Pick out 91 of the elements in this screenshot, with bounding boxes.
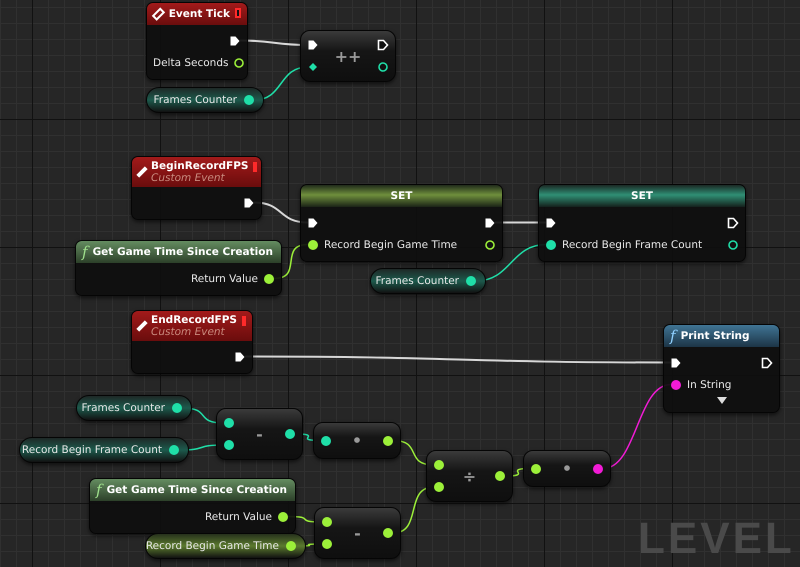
variable-label: Frames Counter — [376, 275, 459, 287]
operator-symbol: • — [352, 431, 362, 450]
node-title: Get Game Time Since Creation — [106, 484, 288, 496]
node-title: SET — [630, 190, 654, 202]
node-subtitle: Custom Event — [151, 172, 226, 184]
exec-pin-icon[interactable] — [761, 356, 773, 368]
data-pin-icon[interactable] — [277, 510, 289, 522]
diamond-pin-icon[interactable] — [307, 61, 319, 73]
variable-label: Record Begin Game Time — [146, 540, 279, 552]
data-pin-icon[interactable] — [465, 275, 477, 287]
operator-node[interactable]: - — [314, 507, 401, 559]
data-pin-icon[interactable] — [321, 516, 333, 528]
data-pin-icon[interactable] — [530, 462, 542, 474]
variable-label: Frames Counter — [82, 402, 165, 414]
exec-pin-icon[interactable] — [307, 216, 319, 228]
square-pin-icon[interactable] — [253, 162, 258, 172]
data-pin-icon[interactable] — [382, 527, 394, 539]
event-node[interactable]: BeginRecordFPS Custom Event — [131, 156, 262, 220]
variable-node[interactable]: Frames Counter — [370, 268, 486, 294]
square-pin-icon[interactable] — [234, 8, 241, 18]
data-pin-icon[interactable] — [243, 94, 255, 106]
set-node[interactable]: SET Record Begin Game Time — [300, 184, 503, 262]
data-pin-icon[interactable] — [382, 434, 394, 446]
operator-symbol: - — [256, 424, 263, 444]
pin-label: Delta Seconds — [153, 56, 228, 68]
variable-label: Frames Counter — [154, 94, 237, 106]
node-title: BeginRecordFPS — [151, 160, 248, 172]
data-pin-icon[interactable] — [285, 540, 297, 552]
data-pin-icon[interactable] — [233, 56, 246, 68]
node-title: SET — [390, 190, 414, 202]
exec-pin-icon[interactable] — [670, 356, 682, 368]
node-title: Event Tick — [168, 8, 230, 20]
operator-symbol: - — [354, 524, 361, 542]
operator-node[interactable]: - — [216, 408, 303, 460]
variable-node[interactable]: Frames Counter — [146, 87, 264, 113]
data-pin-icon[interactable] — [484, 238, 496, 250]
node-title: EndRecordFPS — [151, 314, 237, 326]
exec-pin-icon[interactable] — [377, 39, 389, 51]
level-label: LEVEL — [638, 515, 795, 563]
operator-symbol: ÷ — [462, 466, 476, 486]
data-pin-icon[interactable] — [263, 272, 275, 284]
event-node[interactable]: EndRecordFPS Custom Event — [131, 310, 253, 374]
exec-pin-icon[interactable] — [484, 216, 496, 228]
data-pin-icon[interactable] — [320, 434, 332, 446]
operator-symbol: ++ — [334, 46, 362, 66]
function-node[interactable]: f Get Game Time Since Creation Return Value — [75, 240, 282, 296]
exec-pin-icon[interactable] — [307, 39, 319, 51]
operator-node[interactable]: ++ — [300, 30, 396, 82]
pin-label: Return Value — [190, 272, 258, 284]
data-pin-icon[interactable] — [223, 439, 235, 451]
operator-symbol: • — [562, 459, 572, 478]
variable-node[interactable]: Record Begin Game Time — [145, 533, 306, 559]
exec-pin-icon[interactable] — [234, 350, 246, 362]
pin-label: In String — [687, 378, 732, 390]
function-node[interactable]: f Print String In String — [663, 324, 780, 413]
data-pin-icon[interactable] — [171, 402, 183, 414]
exec-pin-icon[interactable] — [545, 216, 557, 228]
data-pin-icon[interactable] — [284, 428, 296, 440]
data-pin-icon[interactable] — [545, 238, 557, 250]
exec-pin-icon[interactable] — [243, 196, 255, 208]
node-subtitle: Custom Event — [151, 326, 226, 338]
operator-node[interactable]: ÷ — [426, 450, 513, 502]
set-node[interactable]: SET Record Begin Frame Count — [538, 184, 746, 262]
variable-label: Record Begin Frame Count — [22, 444, 162, 456]
function-icon: f — [96, 482, 102, 498]
variable-node[interactable]: Frames Counter — [76, 395, 192, 421]
data-pin-icon[interactable] — [321, 538, 333, 550]
operator-node[interactable]: • — [313, 422, 401, 459]
data-pin-icon[interactable] — [168, 444, 180, 456]
data-pin-icon[interactable] — [433, 481, 445, 493]
square-pin-icon[interactable] — [242, 316, 246, 326]
node-title: Print String — [680, 330, 751, 342]
exec-pin-icon[interactable] — [229, 34, 241, 46]
operator-node[interactable]: • — [523, 450, 611, 487]
data-pin-icon[interactable] — [307, 238, 319, 250]
event-node[interactable]: Event Tick Delta Seconds — [146, 2, 248, 80]
function-icon: f — [670, 328, 676, 344]
data-pin-icon[interactable] — [223, 417, 235, 429]
pin-label: Return Value — [204, 510, 272, 522]
node-title: Get Game Time Since Creation — [92, 246, 274, 258]
pin-label: Record Begin Game Time — [324, 238, 458, 250]
function-icon: f — [82, 244, 88, 260]
exec-pin-icon[interactable] — [727, 216, 739, 228]
data-pin-icon[interactable] — [727, 238, 739, 250]
expand-arrow-icon[interactable] — [716, 397, 726, 404]
data-pin-icon[interactable] — [377, 61, 389, 73]
variable-node[interactable]: Record Begin Frame Count — [19, 437, 189, 463]
data-pin-icon[interactable] — [494, 470, 506, 482]
pin-label: Record Begin Frame Count — [562, 238, 702, 250]
data-pin-icon[interactable] — [433, 459, 445, 471]
function-node[interactable]: f Get Game Time Since Creation Return Value — [89, 478, 296, 534]
